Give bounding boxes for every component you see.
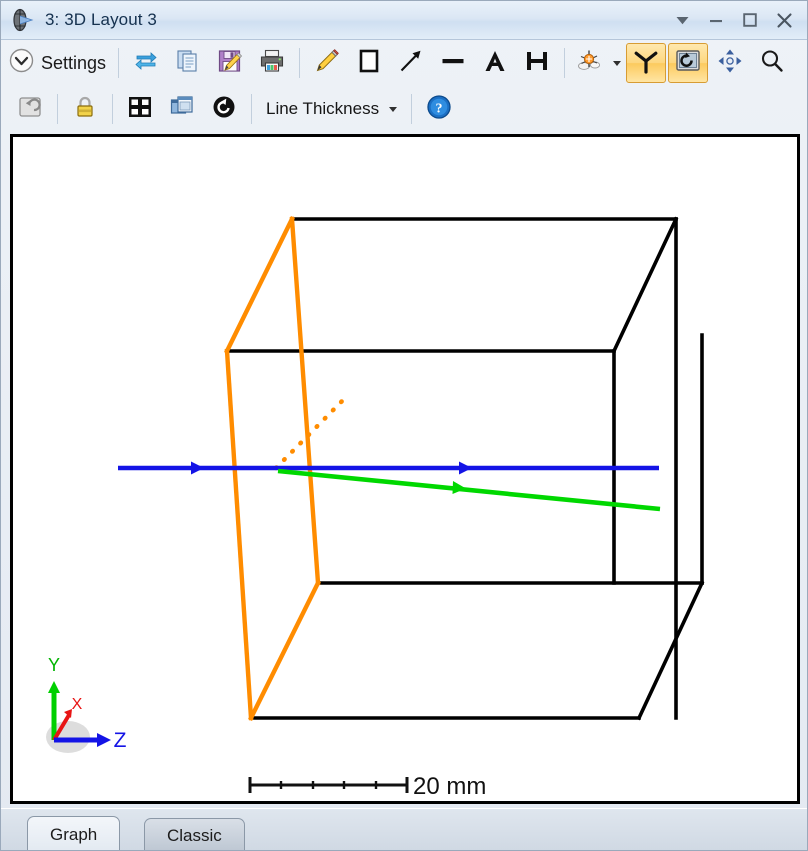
ray-blue-marker-2: [459, 462, 472, 475]
text-a-icon: [482, 48, 508, 79]
view-orientation-dropdown-caret[interactable]: [607, 43, 625, 83]
axis-indicator: Y X Z: [46, 655, 127, 753]
line-thickness-dropdown[interactable]: Line Thickness: [258, 91, 405, 127]
window-titlebar: 3: 3D Layout 3: [1, 1, 808, 40]
tab-graph[interactable]: Graph: [27, 816, 120, 851]
bottom-tabbar: Graph Classic: [1, 808, 808, 851]
layout-3d-window: 3: 3D Layout 3 Setting: [0, 0, 808, 851]
horizontal-line-icon: [440, 48, 466, 79]
axis-y-label: Y: [48, 655, 60, 675]
lock-button[interactable]: [65, 89, 105, 129]
ray-green-marker-1: [453, 481, 467, 494]
scale-bar-label: 20 mm: [413, 773, 486, 800]
view-orientation-button[interactable]: [572, 43, 606, 83]
surface-edge-right-vert: [292, 219, 318, 583]
window-title: 3: 3D Layout 3: [45, 10, 157, 30]
scale-bar: 20 mm: [250, 773, 486, 800]
zoom-button[interactable]: [752, 43, 792, 83]
help-button[interactable]: ?: [419, 89, 459, 129]
settings-button[interactable]: Settings: [1, 43, 112, 83]
toolbar-separator: [112, 94, 113, 124]
toolbar-row-1: Settings: [1, 39, 808, 87]
pan-arrows-icon: [717, 48, 743, 79]
chevron-down-icon: [613, 61, 621, 66]
text-tool-button[interactable]: [475, 43, 515, 83]
rotate-3d-button[interactable]: [626, 43, 666, 83]
printer-icon: [259, 48, 285, 79]
copy-pages-icon: [175, 48, 201, 79]
surface-edge-left-vert: [227, 351, 251, 718]
annotate-pencil-button[interactable]: [307, 43, 347, 83]
layout-3d-svg: Y X Z: [13, 137, 797, 801]
clone-window-button[interactable]: [162, 89, 202, 129]
close-button[interactable]: [767, 5, 801, 35]
clone-window-icon: [169, 94, 195, 125]
measure-h-icon: [524, 48, 550, 79]
refresh-button[interactable]: [126, 43, 166, 83]
surface-normal-dotted: [276, 394, 349, 468]
reset-button[interactable]: [204, 89, 244, 129]
settings-label: Settings: [41, 53, 106, 74]
undo-arrow-icon: [17, 94, 43, 125]
arrow-diagonal-icon: [398, 48, 424, 79]
dropdown-menu-button[interactable]: [665, 5, 699, 35]
line-thickness-label: Line Thickness: [266, 99, 379, 119]
pan-button[interactable]: [710, 43, 750, 83]
undo-button[interactable]: [10, 89, 50, 129]
magnifier-icon: [759, 48, 785, 79]
box-edge-right-top-diag: [614, 219, 676, 351]
lens-3d-icon: [11, 8, 37, 32]
layout-3d-canvas[interactable]: Y X Z: [10, 134, 800, 804]
toolbar-separator: [564, 48, 565, 78]
minimize-button[interactable]: [699, 5, 733, 35]
save-floppy-pencil-icon: [217, 48, 243, 79]
svg-text:?: ?: [436, 101, 443, 116]
rotate-view-button[interactable]: [668, 43, 708, 83]
tab-classic[interactable]: Classic: [144, 818, 245, 851]
chevron-down-icon: [389, 107, 397, 112]
tripod-axes-icon: [632, 47, 660, 80]
ray-blue-marker-1: [191, 462, 204, 475]
axes-orientation-icon: [575, 47, 603, 80]
print-button[interactable]: [252, 43, 292, 83]
toolbar-separator: [57, 94, 58, 124]
rectangle-tool-button[interactable]: [349, 43, 389, 83]
axis-x-label: X: [72, 696, 83, 713]
line-tool-button[interactable]: [433, 43, 473, 83]
toolbar-separator: [118, 48, 119, 78]
arrow-tool-button[interactable]: [391, 43, 431, 83]
window-controls: [665, 1, 801, 39]
padlock-icon: [72, 94, 98, 125]
surface-edge-bottom-diag: [251, 583, 318, 718]
rotate-screen-icon: [674, 47, 702, 80]
reset-circle-arrow-icon: [211, 94, 237, 125]
rectangle-icon: [356, 48, 382, 79]
chevron-down-circle-icon: [9, 48, 34, 78]
toolbar-separator: [299, 48, 300, 78]
fit-to-window-icon: [127, 94, 153, 125]
maximize-button[interactable]: [733, 5, 767, 35]
help-question-icon: ?: [426, 94, 452, 125]
ray-blue: [118, 462, 659, 475]
toolbar-row-2: Line Thickness ?: [1, 87, 808, 131]
box-edge-right-bottom-diag: [639, 583, 702, 718]
tab-classic-label: Classic: [167, 826, 222, 846]
axis-z-label: Z: [114, 729, 127, 752]
ray-green: [278, 471, 660, 509]
save-button[interactable]: [210, 43, 250, 83]
pencil-icon: [314, 48, 340, 79]
toolbar-separator: [251, 94, 252, 124]
fit-window-button[interactable]: [120, 89, 160, 129]
surface-edge-top-diag: [227, 219, 292, 351]
tab-graph-label: Graph: [50, 825, 97, 845]
copy-button[interactable]: [168, 43, 208, 83]
toolbar-separator: [411, 94, 412, 124]
dimension-tool-button[interactable]: [517, 43, 557, 83]
refresh-arrows-icon: [133, 48, 159, 79]
